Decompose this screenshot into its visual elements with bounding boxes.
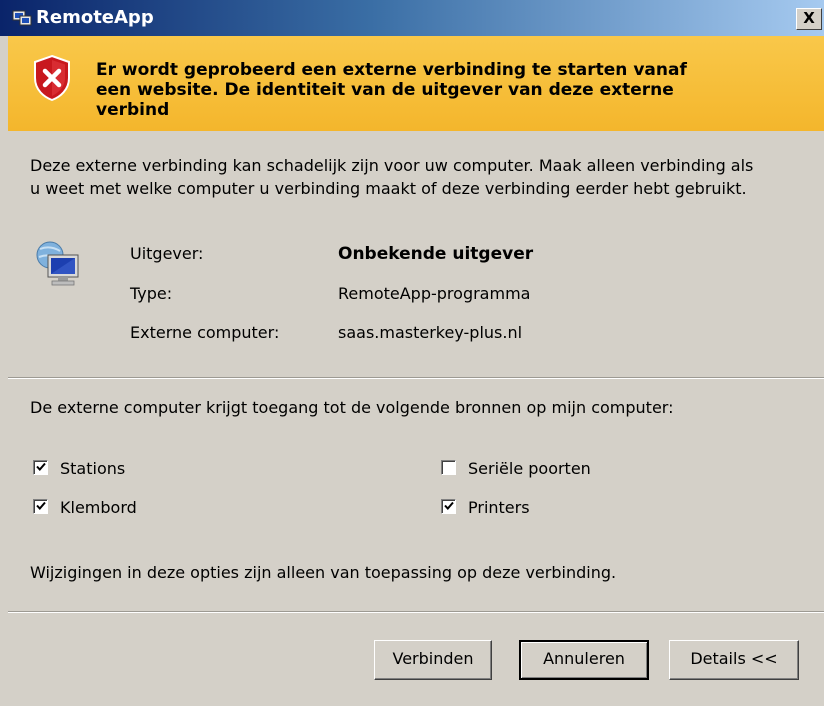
- window-title: RemoteApp: [36, 7, 154, 28]
- remoteapp-dialog: RemoteApp X Er wordt geprobeerd een exte…: [0, 0, 824, 706]
- description-line: Deze externe verbinding kan schadelijk z…: [30, 156, 754, 175]
- printers-checkbox[interactable]: [441, 499, 456, 514]
- remote-computer-icon: [36, 241, 79, 286]
- security-description: Deze externe verbinding kan schadelijk z…: [30, 154, 820, 200]
- warning-banner: Er wordt geprobeerd een externe verbindi…: [8, 36, 824, 131]
- publisher-value: Onbekende uitgever: [338, 244, 534, 264]
- stations-checkbox[interactable]: [33, 460, 48, 475]
- printers-label[interactable]: Printers: [468, 498, 530, 517]
- title-bar[interactable]: RemoteApp X: [0, 0, 824, 36]
- connect-button[interactable]: Verbinden: [374, 640, 492, 680]
- options-note: Wijzigingen in deze opties zijn alleen v…: [30, 563, 617, 582]
- description-line: u weet met welke computer u verbinding m…: [30, 179, 747, 198]
- check-icon: [444, 501, 454, 510]
- section-divider: [8, 611, 824, 613]
- type-label: Type:: [130, 284, 173, 303]
- cancel-button[interactable]: Annuleren: [519, 640, 649, 680]
- clipboard-label[interactable]: Klembord: [60, 498, 137, 517]
- serial-ports-checkbox[interactable]: [441, 460, 456, 475]
- publisher-label: Uitgever:: [130, 244, 204, 263]
- clipboard-checkbox[interactable]: [33, 499, 48, 514]
- serial-ports-label[interactable]: Seriële poorten: [468, 459, 591, 478]
- type-value: RemoteApp-programma: [338, 284, 531, 303]
- section-divider: [8, 377, 824, 379]
- stations-label[interactable]: Stations: [60, 459, 125, 478]
- remote-computer-value: saas.masterkey-plus.nl: [338, 323, 523, 342]
- warning-line: een website. De identiteit van de uitgev…: [96, 80, 674, 100]
- remoteapp-icon: [12, 10, 32, 26]
- warning-line: Er wordt geprobeerd een externe verbindi…: [96, 60, 687, 80]
- remote-computer-label: Externe computer:: [130, 323, 280, 342]
- check-icon: [36, 501, 46, 510]
- check-icon: [36, 462, 46, 471]
- resources-heading: De externe computer krijgt toegang tot d…: [30, 398, 674, 417]
- shield-error-icon: [34, 54, 70, 102]
- details-button[interactable]: Details <<: [669, 640, 799, 680]
- close-button[interactable]: X: [796, 8, 822, 30]
- warning-message: Er wordt geprobeerd een externe verbindi…: [96, 60, 796, 120]
- warning-line: verbind: [96, 100, 170, 120]
